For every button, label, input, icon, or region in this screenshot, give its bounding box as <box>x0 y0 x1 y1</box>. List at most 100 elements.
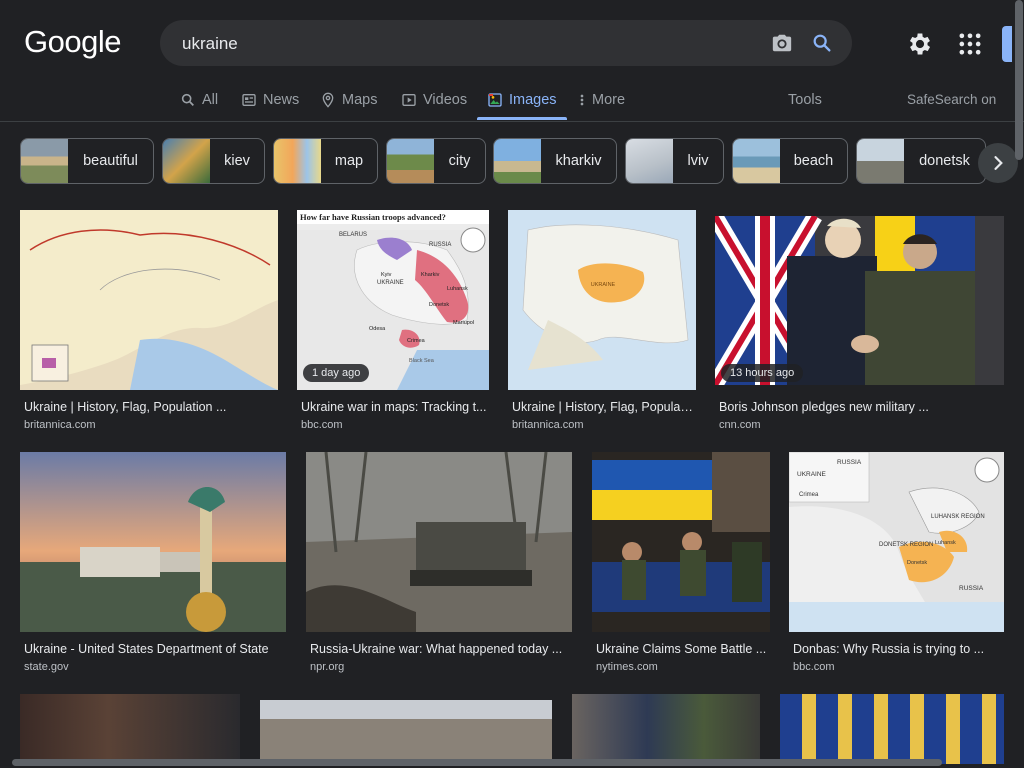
tab-news[interactable]: News <box>241 80 299 120</box>
result-source[interactable]: bbc.com <box>301 419 343 431</box>
result-image[interactable] <box>20 452 286 632</box>
search-box[interactable] <box>160 20 852 68</box>
chip-thumbnail <box>857 139 904 183</box>
image-result[interactable] <box>780 694 1004 764</box>
result-title[interactable]: Donbas: Why Russia is trying to ... <box>793 642 998 656</box>
tab-all[interactable]: All <box>180 80 218 120</box>
tab-label: All <box>202 92 219 108</box>
result-image[interactable] <box>572 694 760 764</box>
result-source[interactable]: britannica.com <box>512 419 584 431</box>
image-result[interactable]: UKRAINE Ukraine | History, Flag, Populat… <box>508 210 696 435</box>
chip-thumbnail <box>387 139 434 183</box>
result-image[interactable] <box>20 210 278 390</box>
map-label: RUSSIA <box>429 242 451 248</box>
result-title[interactable]: Ukraine Claims Some Battle ... <box>596 642 768 656</box>
news-icon <box>242 94 256 106</box>
gear-icon[interactable] <box>906 30 934 58</box>
map-label: Crimea <box>407 338 426 344</box>
result-image[interactable] <box>306 452 572 632</box>
tools-button[interactable]: Tools <box>788 80 822 120</box>
result-title[interactable]: Ukraine - United States Department of St… <box>24 642 282 656</box>
chip-kharkiv[interactable]: kharkiv <box>493 138 617 184</box>
search-icon[interactable] <box>810 31 834 55</box>
safesearch-button[interactable]: SafeSearch on <box>907 80 996 120</box>
tab-label: News <box>263 92 300 108</box>
map-label: Kyiv <box>381 272 392 278</box>
chip-label: beach <box>793 153 834 169</box>
result-image[interactable]: RUSSIA UKRAINE Crimea LUHANSK REGION DON… <box>789 452 1004 632</box>
map-label: Odesa <box>369 326 386 332</box>
result-image[interactable]: UKRAINE <box>508 210 696 390</box>
chip-thumbnail <box>733 139 780 183</box>
map-label: RUSSIA <box>837 459 862 466</box>
image-result[interactable]: 13 hours ago Boris Johnson pledges new m… <box>715 216 1004 436</box>
result-title[interactable]: Boris Johnson pledges new military ... <box>719 400 999 414</box>
chip-thumbnail <box>494 139 541 183</box>
vertical-scrollbar[interactable] <box>1015 0 1023 160</box>
image-result[interactable]: RUSSIA UKRAINE Crimea LUHANSK REGION DON… <box>789 452 1004 677</box>
map-label: DONETSK REGION <box>879 542 933 548</box>
result-source[interactable]: cnn.com <box>719 419 761 431</box>
result-image[interactable] <box>20 694 240 764</box>
images-icon <box>488 93 502 107</box>
image-result[interactable]: Russia-Ukraine war: What happened today … <box>306 452 572 677</box>
time-badge: 13 hours ago <box>721 364 804 382</box>
result-source[interactable]: britannica.com <box>24 419 96 431</box>
map-label: Black Sea <box>409 358 435 364</box>
image-result[interactable]: Ukraine Claims Some Battle ... nytimes.c… <box>592 452 770 677</box>
tab-label: Images <box>509 92 557 108</box>
tab-more[interactable]: More <box>578 80 625 120</box>
horizontal-scrollbar[interactable] <box>12 759 942 766</box>
chip-thumbnail <box>163 139 210 183</box>
result-source[interactable]: nytimes.com <box>596 661 658 673</box>
chip-beautiful[interactable]: beautiful <box>20 138 154 184</box>
chip-map[interactable]: map <box>273 138 378 184</box>
result-image[interactable] <box>715 216 1004 385</box>
result-image[interactable] <box>780 694 1004 764</box>
chip-label: kiev <box>224 153 250 169</box>
chip-lviv[interactable]: lviv <box>625 138 724 184</box>
image-result[interactable] <box>20 694 240 764</box>
chip-thumbnail <box>21 139 68 183</box>
map-title-text: How far have Russian troops advanced? <box>300 212 446 222</box>
apps-grid-icon[interactable] <box>956 30 984 58</box>
chip-thumbnail <box>626 139 673 183</box>
tab-videos[interactable]: Videos <box>401 80 467 120</box>
image-result[interactable] <box>260 700 552 764</box>
chip-kiev[interactable]: kiev <box>162 138 265 184</box>
image-result[interactable] <box>572 694 760 764</box>
account-button[interactable] <box>1002 26 1012 62</box>
image-result[interactable]: Ukraine | History, Flag, Population ... … <box>20 210 278 435</box>
chip-city[interactable]: city <box>386 138 486 184</box>
map-label: RUSSIA <box>959 585 984 592</box>
tab-maps[interactable]: Maps <box>320 80 377 120</box>
chip-thumbnail <box>274 139 321 183</box>
result-source[interactable]: npr.org <box>310 661 344 673</box>
map-label: UKRAINE <box>797 471 827 478</box>
chip-label: kharkiv <box>555 153 602 169</box>
tab-images[interactable]: Images <box>477 80 567 120</box>
result-image[interactable] <box>592 452 770 632</box>
result-title[interactable]: Ukraine war in maps: Tracking t... <box>301 400 487 414</box>
image-result[interactable]: How far have Russian troops advanced? BE… <box>297 210 489 435</box>
image-result[interactable]: Ukraine - United States Department of St… <box>20 452 286 677</box>
google-logo[interactable]: Google <box>24 24 121 60</box>
result-image[interactable]: How far have Russian troops advanced? BE… <box>297 210 489 390</box>
chip-label: city <box>448 153 471 169</box>
chip-donetsk[interactable]: donetsk <box>856 138 986 184</box>
result-title[interactable]: Russia-Ukraine war: What happened today … <box>310 642 568 656</box>
result-image[interactable] <box>260 700 552 764</box>
chip-label: map <box>334 153 364 169</box>
tab-label: Maps <box>342 92 378 108</box>
header-divider <box>0 121 1024 122</box>
chips-next-button[interactable] <box>978 143 1018 183</box>
result-source[interactable]: state.gov <box>24 661 69 673</box>
result-title[interactable]: Ukraine | History, Flag, Populati... <box>512 400 694 414</box>
map-label: UKRAINE <box>377 280 404 286</box>
result-source[interactable]: bbc.com <box>793 661 835 673</box>
result-title[interactable]: Ukraine | History, Flag, Population ... <box>24 400 274 414</box>
map-label: Crimea <box>799 492 819 498</box>
camera-icon[interactable] <box>770 31 794 55</box>
search-input[interactable] <box>180 20 744 68</box>
chip-beach[interactable]: beach <box>732 138 848 184</box>
